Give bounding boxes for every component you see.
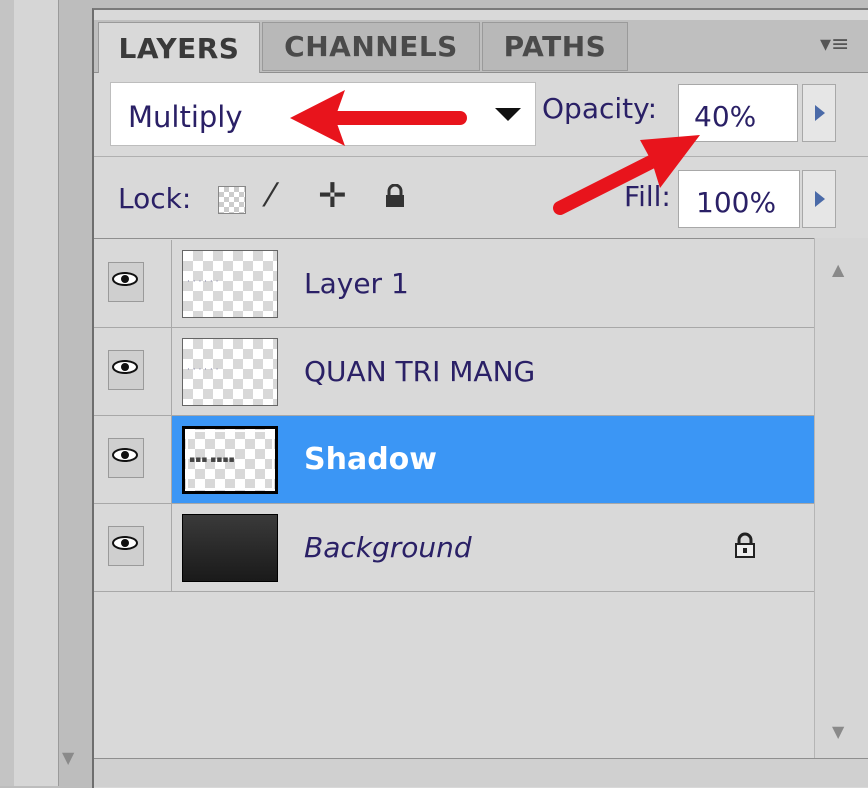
layer-thumbnail: · · · · · · [182,250,278,318]
scroll-down-arrow-icon[interactable]: ▼ [62,748,74,767]
lock-transparent-icon[interactable] [218,186,246,214]
opacity-slider-button[interactable] [802,84,836,142]
layer-name: Background [304,531,472,564]
visibility-cell[interactable] [94,504,172,591]
panel-menu-icon[interactable]: ▾≡ [820,32,849,57]
panel-bottom-toolbar [94,758,868,787]
layer-name: Layer 1 [304,267,409,300]
fill-slider-button[interactable] [802,170,836,228]
tab-layers[interactable]: LAYERS [98,22,260,73]
lock-label: Lock: [118,182,192,215]
arrow-right-icon [815,191,825,207]
layer-list-scrollbar[interactable] [814,238,868,758]
tab-paths[interactable]: PATHS [482,22,628,71]
layer-thumbnail [182,514,278,582]
arrow-right-icon [815,105,825,121]
fill-value: 100% [696,186,777,219]
divider [94,156,868,157]
visibility-cell[interactable] [94,328,172,415]
visibility-cell[interactable] [94,416,172,503]
scroll-down-arrow-icon[interactable]: ▼ [832,722,844,741]
visibility-cell[interactable] [94,240,172,327]
lock-brush-icon[interactable]: ⁄ [268,176,273,214]
tab-channels[interactable]: CHANNELS [262,22,480,71]
lock-icon [734,532,756,562]
layer-row[interactable]: · · · · · · Layer 1 [94,240,814,328]
scroll-up-arrow-icon[interactable]: ▲ [832,260,844,279]
layer-thumbnail: · · · · · · [182,338,278,406]
blend-mode-value: Multiply [128,100,243,134]
layer-name: QUAN TRI MANG [304,355,536,388]
lock-all-icon[interactable] [384,183,406,214]
opacity-value: 40% [694,100,757,133]
eye-icon[interactable] [108,438,144,478]
left-dock-inner [14,0,58,786]
layer-row-selected[interactable]: ▪▪▪ ▪▪▪▪ Shadow [94,416,814,504]
layer-row[interactable]: · · · · · · QUAN TRI MANG [94,328,814,416]
layer-row[interactable]: Background [94,504,814,592]
lock-move-icon[interactable]: ✛ [318,176,347,216]
eye-icon[interactable] [108,526,144,566]
eye-icon[interactable] [108,262,144,302]
eye-icon[interactable] [108,350,144,390]
fill-label: Fill: [624,180,671,213]
layer-name: Shadow [304,442,438,477]
layer-thumbnail: ▪▪▪ ▪▪▪▪ [182,426,278,494]
opacity-label: Opacity: [542,92,658,125]
chevron-down-icon[interactable] [495,108,521,121]
